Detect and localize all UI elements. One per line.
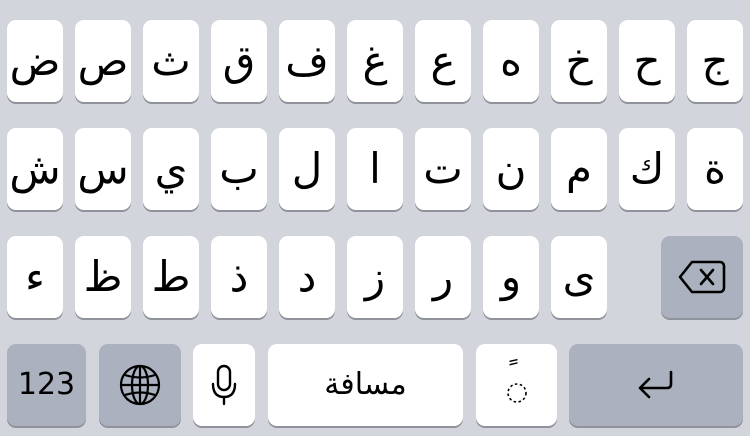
key-row2-5[interactable]: ل <box>279 128 335 210</box>
key-label: ش <box>9 144 61 193</box>
key-label: ن <box>495 144 527 193</box>
key-row3-7[interactable]: ر <box>415 236 471 318</box>
microphone-icon <box>210 364 238 406</box>
key-label: ب <box>219 144 259 193</box>
key-row3-6[interactable]: ز <box>347 236 403 318</box>
space-label: مسافة <box>324 367 407 402</box>
dictation-key[interactable] <box>193 344 255 426</box>
key-label: ح <box>633 36 661 85</box>
key-label: ك <box>629 144 665 193</box>
key-row2-10[interactable]: ك <box>619 128 675 210</box>
key-label: ق <box>222 36 256 85</box>
key-row1-4[interactable]: ق <box>211 20 267 102</box>
key-label: ص <box>77 36 129 85</box>
key-row1-2[interactable]: ص <box>75 20 131 102</box>
key-row1-10[interactable]: ح <box>619 20 675 102</box>
key-row3-5[interactable]: د <box>279 236 335 318</box>
space-key[interactable]: مسافة <box>268 344 463 426</box>
key-label: غ <box>362 36 388 85</box>
key-label: د <box>297 252 317 301</box>
key-row1-7[interactable]: ع <box>415 20 471 102</box>
key-row2-1[interactable]: ش <box>7 128 63 210</box>
key-label: م <box>565 144 592 193</box>
key-label: ى <box>562 252 596 301</box>
key-row2-7[interactable]: ت <box>415 128 471 210</box>
key-row1-6[interactable]: غ <box>347 20 403 102</box>
key-label: ت <box>423 144 463 193</box>
key-label: ض <box>9 36 61 85</box>
key-label: ا <box>369 144 381 193</box>
key-label: ظ <box>83 252 123 301</box>
key-row2-4[interactable]: ب <box>211 128 267 210</box>
key-row3-3[interactable]: ط <box>143 236 199 318</box>
diacritic-key[interactable]: ً <box>476 344 557 426</box>
key-row2-3[interactable]: ي <box>143 128 199 210</box>
key-label: س <box>77 144 129 193</box>
key-row1-5[interactable]: ف <box>279 20 335 102</box>
key-row1-11[interactable]: ج <box>687 20 743 102</box>
globe-icon <box>119 364 161 406</box>
dotted-circle-icon: ً <box>504 365 530 405</box>
globe-key[interactable] <box>99 344 181 426</box>
numbers-key[interactable]: 123 <box>7 344 86 426</box>
key-label: ث <box>151 36 191 85</box>
key-label: ة <box>703 144 726 193</box>
key-row3-2[interactable]: ظ <box>75 236 131 318</box>
key-label: ذ <box>229 252 249 301</box>
key-row2-8[interactable]: ن <box>483 128 539 210</box>
key-label: ج <box>701 36 729 85</box>
key-row2-9[interactable]: م <box>551 128 607 210</box>
key-label: ر <box>432 252 454 301</box>
return-key[interactable] <box>569 344 743 426</box>
key-label: و <box>500 252 522 301</box>
key-row3-8[interactable]: و <box>483 236 539 318</box>
key-row1-8[interactable]: ه <box>483 20 539 102</box>
key-label: ع <box>430 36 456 85</box>
key-label: ط <box>151 252 191 301</box>
key-label: خ <box>565 36 593 85</box>
key-row2-11[interactable]: ة <box>687 128 743 210</box>
key-label: ي <box>154 144 188 193</box>
key-label: ف <box>285 36 329 85</box>
key-label: ل <box>291 144 323 193</box>
key-row3-1[interactable]: ء <box>7 236 63 318</box>
numbers-label: 123 <box>17 367 76 402</box>
key-label: ه <box>499 36 522 85</box>
backspace-icon <box>678 260 726 294</box>
return-arrow-icon <box>635 370 677 400</box>
key-row1-9[interactable]: خ <box>551 20 607 102</box>
backspace-key[interactable] <box>661 236 743 318</box>
key-row1-1[interactable]: ض <box>7 20 63 102</box>
key-row2-6[interactable]: ا <box>347 128 403 210</box>
key-row2-2[interactable]: س <box>75 128 131 210</box>
key-label: ء <box>25 252 45 301</box>
key-row3-9[interactable]: ى <box>551 236 607 318</box>
key-row1-3[interactable]: ث <box>143 20 199 102</box>
key-row3-4[interactable]: ذ <box>211 236 267 318</box>
key-label: ز <box>364 252 386 301</box>
